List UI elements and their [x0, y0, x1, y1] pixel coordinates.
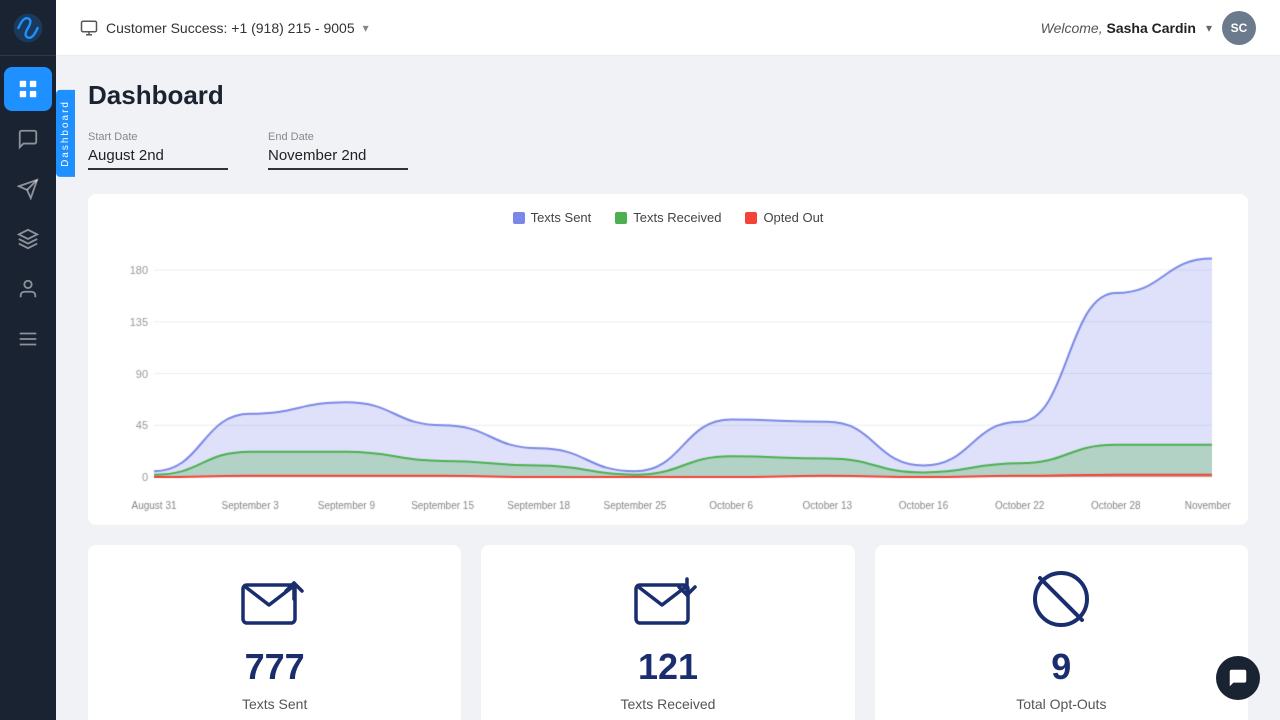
legend-opted-label: Opted Out	[763, 210, 823, 225]
main-container: Customer Success: +1 (918) 215 - 9005 ▾ …	[56, 0, 1280, 720]
stat-value-sent: 777	[245, 646, 305, 688]
legend-received-dot	[615, 212, 627, 224]
sidebar-item-menu[interactable]	[4, 317, 52, 361]
chart-wrapper	[104, 237, 1232, 517]
stat-card-optouts: 9 Total Opt-Outs	[875, 545, 1248, 720]
chart-container: Texts Sent Texts Received Opted Out	[88, 194, 1248, 525]
user-chevron[interactable]: ▾	[1206, 21, 1212, 35]
chat-bubble-icon	[1227, 667, 1249, 689]
legend-received-label: Texts Received	[633, 210, 721, 225]
sidebar-item-conversations[interactable]	[4, 117, 52, 161]
end-date-label: End Date	[268, 131, 408, 143]
sidebar: Dashboard	[0, 0, 56, 720]
customer-label: Customer Success: +1 (918) 215 - 9005	[106, 20, 355, 36]
legend-sent: Texts Sent	[513, 210, 592, 225]
legend-opted: Opted Out	[745, 210, 823, 225]
stats-row: 777 Texts Sent 121 Texts Received	[88, 545, 1248, 720]
stat-label-optouts: Total Opt-Outs	[1016, 696, 1106, 712]
welcome-text: Welcome, Sasha Cardin	[1041, 20, 1196, 36]
start-date-field: Start Date	[88, 131, 228, 170]
stat-value-received: 121	[638, 646, 698, 688]
stat-card-sent: 777 Texts Sent	[88, 545, 461, 720]
line-chart	[104, 237, 1232, 517]
start-date-input[interactable]	[88, 147, 228, 170]
header: Customer Success: +1 (918) 215 - 9005 ▾ …	[56, 0, 1280, 56]
avatar[interactable]: SC	[1222, 11, 1256, 45]
page-title: Dashboard	[88, 80, 1248, 111]
block-icon	[1025, 569, 1097, 634]
stat-label-sent: Texts Sent	[242, 696, 307, 712]
end-date-field: End Date	[268, 131, 408, 170]
stat-card-received: 121 Texts Received	[481, 545, 854, 720]
chat-bubble[interactable]	[1216, 656, 1260, 700]
customer-info[interactable]: Customer Success: +1 (918) 215 - 9005 ▾	[80, 19, 369, 37]
stat-value-optouts: 9	[1051, 646, 1071, 688]
sidebar-item-flows[interactable]	[4, 217, 52, 261]
sidebar-item-campaigns[interactable]	[4, 167, 52, 211]
date-range-row: Start Date End Date	[88, 131, 1248, 170]
legend-sent-dot	[513, 212, 525, 224]
legend-opted-dot	[745, 212, 757, 224]
sidebar-item-dashboard[interactable]	[4, 67, 52, 111]
user-area: Welcome, Sasha Cardin ▾ SC	[1041, 11, 1256, 45]
chart-legend: Texts Sent Texts Received Opted Out	[104, 210, 1232, 225]
receive-icon	[632, 569, 704, 634]
customer-chevron[interactable]: ▾	[363, 21, 369, 35]
legend-received: Texts Received	[615, 210, 721, 225]
legend-sent-label: Texts Sent	[531, 210, 592, 225]
end-date-input[interactable]	[268, 147, 408, 170]
sidebar-item-contacts[interactable]	[4, 267, 52, 311]
send-icon	[239, 569, 311, 634]
customer-icon	[80, 19, 98, 37]
stat-label-received: Texts Received	[621, 696, 716, 712]
start-date-label: Start Date	[88, 131, 228, 143]
content-area: Dashboard Start Date End Date Texts Sent	[56, 56, 1280, 720]
logo[interactable]	[0, 0, 56, 56]
